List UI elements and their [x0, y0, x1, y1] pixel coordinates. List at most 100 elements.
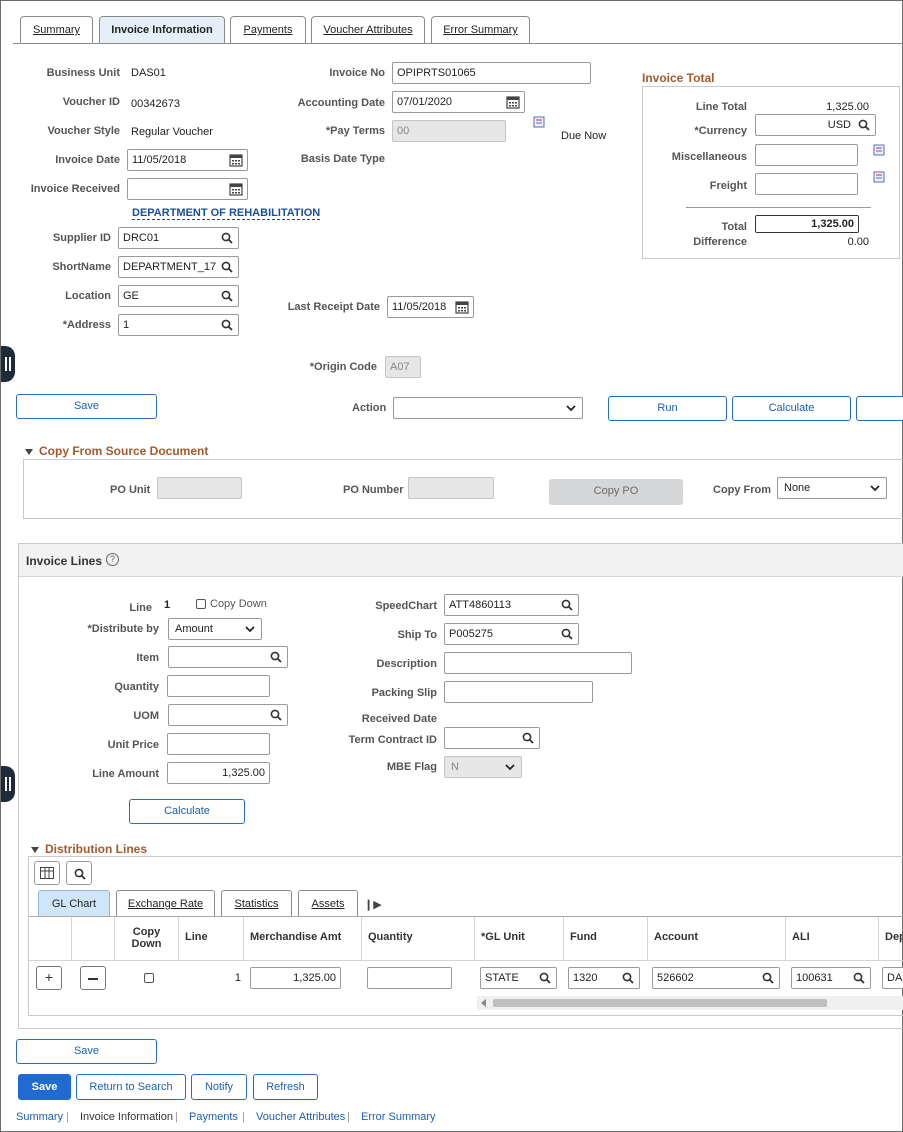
footer-link-summary[interactable]: Summary: [16, 1111, 63, 1123]
side-panel-handle[interactable]: [1, 766, 15, 802]
row-ali-field[interactable]: 100631: [791, 967, 871, 989]
add-row-button[interactable]: +: [36, 966, 62, 990]
speedchart-field[interactable]: ATT4860113: [444, 594, 579, 616]
supplier-id-field[interactable]: DRC01: [118, 227, 239, 249]
row-copy-down-checkbox[interactable]: [144, 973, 154, 983]
calendar-icon[interactable]: [229, 153, 243, 167]
action-select[interactable]: [393, 397, 583, 419]
horizontal-scrollbar[interactable]: [477, 996, 903, 1010]
notify-button[interactable]: Notify: [191, 1074, 247, 1100]
copy-from-section-header[interactable]: Copy From Source Document: [25, 444, 208, 458]
shortname-field[interactable]: DEPARTMENT_17: [118, 256, 239, 278]
copy-down-label: Copy Down: [210, 598, 267, 610]
supplier-name-link[interactable]: DEPARTMENT OF REHABILITATION: [132, 207, 321, 220]
search-icon[interactable]: [539, 972, 551, 984]
tab-exchange-rate[interactable]: Exchange Rate: [116, 890, 215, 917]
search-icon[interactable]: [561, 628, 573, 640]
row-merchandise-amt-field[interactable]: 1,325.00: [250, 967, 341, 989]
search-icon[interactable]: [221, 319, 233, 331]
side-panel-handle[interactable]: [1, 346, 15, 382]
search-icon[interactable]: [221, 261, 233, 273]
calendar-icon[interactable]: [455, 300, 469, 314]
col-merchandise-amt: Merchandise Amt: [244, 917, 362, 961]
search-icon[interactable]: [853, 972, 865, 984]
row-account-field[interactable]: 526602: [652, 967, 780, 989]
miscellaneous-field[interactable]: [755, 144, 858, 166]
tab-error-summary[interactable]: Error Summary: [431, 16, 530, 43]
misc-detail-icon[interactable]: [873, 144, 885, 156]
search-icon[interactable]: [221, 290, 233, 302]
currency-field[interactable]: USD: [755, 114, 876, 136]
tab-invoice-information[interactable]: Invoice Information: [99, 16, 225, 43]
help-icon[interactable]: ?: [106, 553, 119, 566]
search-icon[interactable]: [522, 732, 534, 744]
tab-payments[interactable]: Payments: [230, 16, 306, 43]
search-icon[interactable]: [221, 232, 233, 244]
freight-detail-icon[interactable]: [873, 171, 885, 183]
scroll-left-icon[interactable]: [481, 999, 486, 1007]
copy-from-select[interactable]: None: [777, 477, 887, 499]
more-action-button[interactable]: [856, 396, 903, 421]
save-button[interactable]: Save: [16, 394, 157, 419]
uom-field[interactable]: [168, 704, 288, 726]
grid-find-icon[interactable]: [66, 861, 92, 885]
search-icon[interactable]: [622, 972, 634, 984]
invoice-no-field[interactable]: OPIPRTS01065: [392, 62, 591, 84]
bottom-save-button[interactable]: Save: [16, 1039, 157, 1064]
return-to-search-button[interactable]: Return to Search: [76, 1074, 186, 1100]
calendar-icon[interactable]: [506, 95, 520, 109]
footer-link-payments[interactable]: Payments: [189, 1111, 238, 1123]
search-icon[interactable]: [270, 709, 282, 721]
footer-link-invoice-information[interactable]: Invoice Information: [80, 1111, 173, 1123]
quantity-field[interactable]: [167, 675, 270, 697]
distribute-by-select[interactable]: Amount: [168, 618, 262, 640]
search-icon[interactable]: [858, 119, 870, 131]
delete-row-button[interactable]: [80, 966, 106, 990]
ship-to-field[interactable]: P005275: [444, 623, 579, 645]
scrollbar-thumb[interactable]: [493, 999, 827, 1007]
business-unit-label: Business Unit: [46, 67, 120, 79]
tab-summary[interactable]: Summary: [20, 16, 93, 43]
row-quantity-field[interactable]: [367, 967, 452, 989]
invoice-date-field[interactable]: 11/05/2018: [127, 149, 248, 171]
tab-assets[interactable]: Assets: [298, 890, 358, 917]
refresh-button[interactable]: Refresh: [253, 1074, 318, 1100]
pay-terms-detail-icon[interactable]: [533, 116, 545, 128]
chevron-down-icon: [505, 762, 515, 772]
description-field[interactable]: [444, 652, 632, 674]
row-dept-field[interactable]: DA: [882, 967, 903, 989]
unit-price-field[interactable]: [167, 733, 270, 755]
item-field[interactable]: [168, 646, 288, 668]
search-icon[interactable]: [561, 599, 573, 611]
tab-statistics[interactable]: Statistics: [221, 890, 292, 917]
last-receipt-date-field[interactable]: 11/05/2018: [387, 296, 474, 318]
location-field[interactable]: GE: [118, 285, 239, 307]
row-fund-field[interactable]: 1320: [568, 967, 640, 989]
footer-link-error-summary[interactable]: Error Summary: [361, 1111, 436, 1123]
accounting-date-field[interactable]: 07/01/2020: [392, 91, 525, 113]
line-amount-field[interactable]: 1,325.00: [167, 762, 270, 784]
save-primary-button[interactable]: Save: [18, 1074, 71, 1100]
run-button[interactable]: Run: [608, 396, 727, 421]
freight-field[interactable]: [755, 173, 858, 195]
mbe-flag-label: MBE Flag: [386, 761, 437, 773]
speedchart-label: SpeedChart: [375, 600, 437, 612]
packing-slip-field[interactable]: [444, 681, 593, 703]
search-icon[interactable]: [270, 651, 282, 663]
tab-voucher-attributes[interactable]: Voucher Attributes: [311, 16, 425, 43]
footer-link-voucher-attributes[interactable]: Voucher Attributes: [256, 1111, 345, 1123]
calendar-icon[interactable]: [229, 182, 243, 196]
distribution-lines-header[interactable]: Distribution Lines: [31, 842, 147, 856]
invoice-received-field[interactable]: [127, 178, 248, 200]
calculate-button[interactable]: Calculate: [732, 396, 851, 421]
tab-gl-chart[interactable]: GL Chart: [38, 890, 110, 917]
grid-personalize-icon[interactable]: [34, 861, 60, 885]
show-all-columns-icon[interactable]: ❙▶: [364, 898, 382, 911]
term-contract-field[interactable]: [444, 727, 540, 749]
search-icon[interactable]: [762, 972, 774, 984]
copy-down-checkbox[interactable]: [196, 599, 206, 609]
row-gl-unit-field[interactable]: STATE: [480, 967, 557, 989]
line-calculate-button[interactable]: Calculate: [129, 799, 245, 824]
address-field[interactable]: 1: [118, 314, 239, 336]
line-label: Line: [129, 602, 152, 614]
